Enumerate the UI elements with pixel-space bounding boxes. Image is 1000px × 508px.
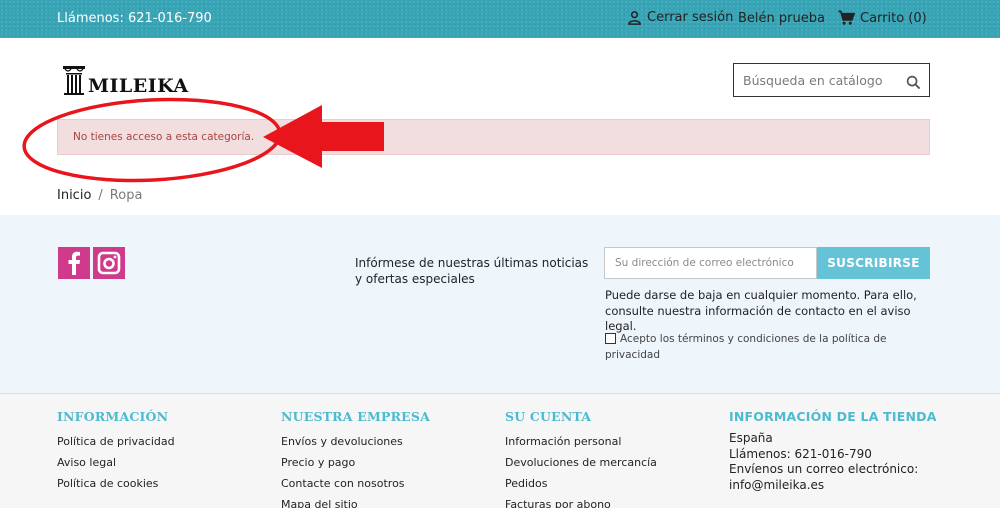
column-logo-icon [63, 66, 85, 95]
footer-col-cuenta: SU CUENTA Información personal Devolucio… [505, 409, 657, 508]
search-icon[interactable] [906, 75, 921, 90]
footer-col-informacion: INFORMACIÓN Política de privacidad Aviso… [57, 409, 175, 494]
user-icon [628, 11, 641, 25]
footer-link[interactable]: Contacte con nosotros [281, 473, 430, 494]
footer-heading-cuenta: SU CUENTA [505, 409, 592, 424]
account-link[interactable]: Belén prueba [738, 11, 825, 26]
instagram-icon [97, 251, 121, 275]
footer-link[interactable]: Precio y pago [281, 452, 430, 473]
search-placeholder: Búsqueda en catálogo [743, 73, 883, 88]
newsletter-note: Puede darse de baja en cualquier momento… [605, 288, 917, 333]
cart-label: Carrito (0) [860, 10, 927, 26]
store-country: España [729, 431, 773, 445]
cart-icon [838, 10, 855, 25]
footer-link[interactable]: Política de cookies [57, 473, 175, 494]
footer-heading-empresa: NUESTRA EMPRESA [281, 409, 431, 424]
logout-link[interactable]: Cerrar sesión [627, 10, 733, 25]
logout-label: Cerrar sesión [647, 10, 734, 25]
newsletter-email-placeholder: Su dirección de correo electrónico [615, 257, 794, 269]
footer-link[interactable]: Pedidos [505, 473, 657, 494]
newsletter-text: Infórmese de nuestras últimas noticias y… [355, 256, 589, 286]
breadcrumb: Inicio / Ropa [57, 188, 142, 203]
store-email-label: Envíenos un correo electrónico: [729, 462, 919, 476]
footer-col-empresa: NUESTRA EMPRESA Envíos y devoluciones Pr… [281, 409, 430, 508]
consent-checkbox[interactable] [605, 333, 616, 344]
footer-heading-informacion: INFORMACIÓN [57, 409, 169, 424]
footer-col-tienda: INFORMACIÓN DE LA TIENDA España Llámenos… [729, 409, 937, 493]
facebook-link[interactable] [58, 247, 90, 279]
cart-link[interactable]: Carrito (0) [838, 10, 927, 26]
store-email-link[interactable]: info@mileika.es [729, 478, 937, 494]
breadcrumb-current: Ropa [109, 188, 143, 203]
footer: INFORMACIÓN Política de privacidad Aviso… [0, 393, 1000, 508]
instagram-link[interactable] [93, 247, 125, 279]
footer-link[interactable]: Aviso legal [57, 452, 175, 473]
subscribe-button[interactable]: SUSCRIBIRSE [817, 247, 930, 279]
newsletter-email-input[interactable]: Su dirección de correo electrónico [604, 247, 817, 279]
breadcrumb-separator: / [98, 188, 103, 203]
social-links [58, 247, 125, 279]
top-bar: Llámenos: 621-016-790 Cerrar sesión Belé… [0, 0, 1000, 38]
consent-label: Acepto los términos y condiciones de la … [605, 333, 887, 361]
site-logo[interactable]: MILEIKA [62, 64, 189, 96]
alert-message: No tienes acceso a esta categoría. [73, 131, 255, 143]
breadcrumb-home[interactable]: Inicio [57, 188, 91, 203]
search-box[interactable]: Búsqueda en catálogo [733, 63, 930, 97]
footer-link[interactable]: Política de privacidad [57, 431, 175, 452]
footer-link[interactable]: Envíos y devoluciones [281, 431, 430, 452]
footer-link[interactable]: Información personal [505, 431, 657, 452]
logo-text: MILEIKA [88, 75, 189, 97]
store-phone: Llámenos: 621-016-790 [729, 446, 872, 461]
footer-link[interactable]: Mapa del sitio [281, 494, 430, 508]
consent-row: Acepto los términos y condiciones de la … [605, 332, 935, 363]
footer-heading-tienda: INFORMACIÓN DE LA TIENDA [729, 409, 937, 424]
footer-link[interactable]: Facturas por abono [505, 494, 657, 508]
facebook-icon [68, 251, 80, 275]
footer-link[interactable]: Devoluciones de mercancía [505, 452, 657, 473]
access-denied-alert: No tienes acceso a esta categoría. [57, 119, 930, 155]
topbar-phone: Llámenos: 621-016-790 [57, 11, 212, 26]
